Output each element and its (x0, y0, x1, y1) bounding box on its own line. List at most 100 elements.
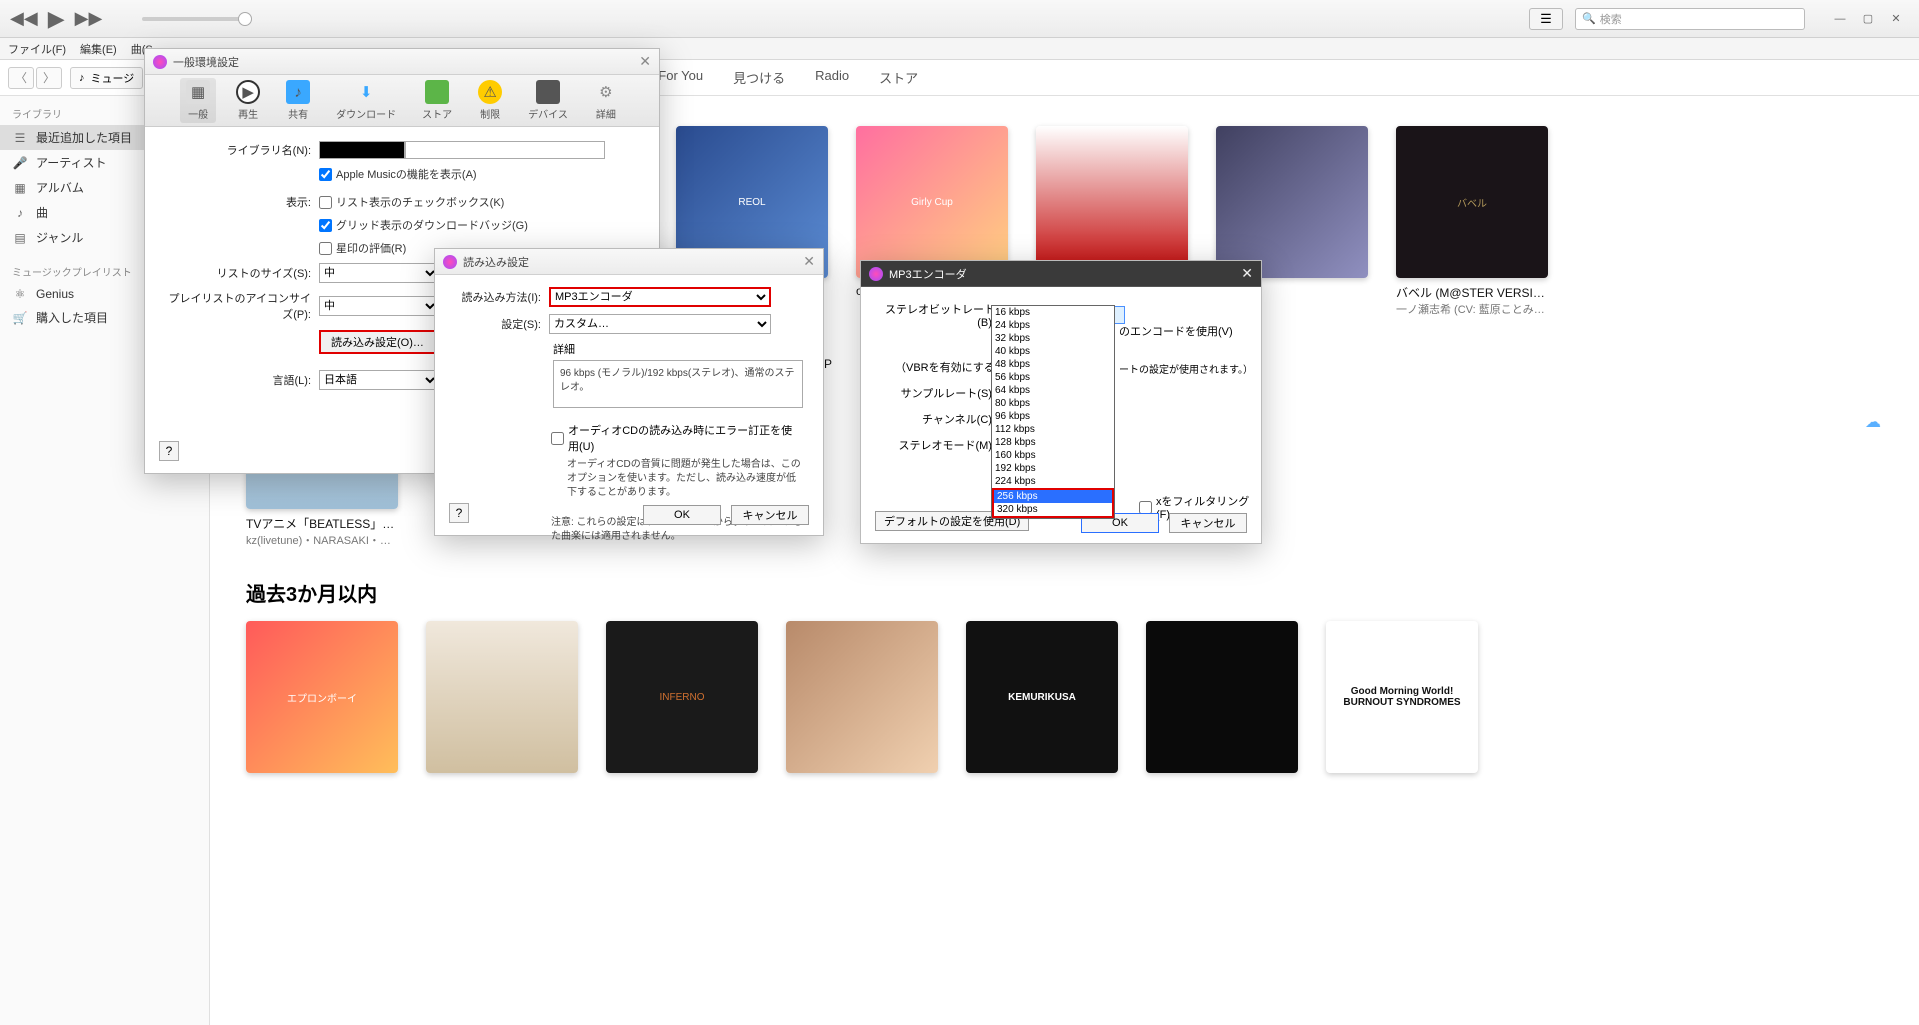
bitrate-option[interactable]: 80 kbps (992, 397, 1114, 410)
bitrate-option[interactable]: 128 kbps (992, 436, 1114, 449)
dialog-title: MP3エンコーダ (889, 266, 967, 282)
apple-music-checkbox[interactable]: Apple Musicの機能を表示(A) (319, 166, 477, 182)
itunes-icon (443, 255, 457, 269)
bitrate-option[interactable]: 40 kbps (992, 345, 1114, 358)
checkbox-label: グリッド表示のダウンロードバッジ(G) (336, 217, 528, 233)
mp3-encoder-dialog: MP3エンコーダ ✕ ステレオビットレート(B): 160 kbps 16 kb… (860, 260, 1262, 544)
prefs-tab-sharing[interactable]: ♪共有 (280, 78, 316, 123)
bitrate-option[interactable]: 56 kbps (992, 371, 1114, 384)
album-art (786, 621, 938, 773)
search-icon: 🔍 (1582, 12, 1596, 25)
album-row: エプロンボーイ INFERNO KEMURIKUSA Good Morning … (246, 621, 1883, 779)
tab-for-you[interactable]: For You (658, 68, 703, 87)
ok-button[interactable]: OK (643, 505, 721, 525)
nav-back-button[interactable]: 〈 (8, 67, 34, 89)
star-rating-checkbox[interactable]: 星印の評価(R) (319, 240, 406, 256)
bitrate-option[interactable]: 96 kbps (992, 410, 1114, 423)
close-icon[interactable]: ✕ (639, 53, 651, 70)
prefs-tab-label: 一般 (188, 106, 208, 121)
library-name-input-hidden[interactable] (319, 141, 405, 159)
help-button[interactable]: ? (449, 503, 469, 523)
import-setting-select[interactable]: カスタム… (549, 314, 771, 334)
sidebar-item-label: 曲 (36, 204, 48, 221)
media-type-dropdown[interactable]: ♪ ミュージ (70, 67, 143, 89)
close-icon[interactable]: ✕ (803, 253, 815, 270)
playlist-icon-select[interactable]: 中 (319, 296, 439, 316)
album-card[interactable] (786, 621, 938, 779)
list-checkbox[interactable]: リスト表示のチェックボックス(K) (319, 194, 504, 210)
bitrate-option[interactable]: 24 kbps (992, 319, 1114, 332)
itunes-icon (153, 55, 167, 69)
view-label: 表示: (167, 194, 319, 210)
album-card[interactable]: KEMURIKUSA (966, 621, 1118, 779)
window-maximize-button[interactable]: ▢ (1855, 9, 1881, 29)
checkbox-label: オーディオCDの読み込み時にエラー訂正を使用(U) (568, 422, 803, 454)
sidebar-item-label: 購入した項目 (36, 309, 108, 326)
list-size-label: リストのサイズ(S): (167, 265, 319, 281)
import-method-select[interactable]: MP3エンコーダ (549, 287, 771, 307)
grid-badge-checkbox[interactable]: グリッド表示のダウンロードバッジ(G) (319, 217, 528, 233)
play-button[interactable]: ▶ (48, 6, 65, 32)
language-select[interactable]: 日本語 (319, 370, 439, 390)
library-name-input[interactable] (405, 141, 605, 159)
window-minimize-button[interactable]: — (1827, 9, 1853, 29)
bitrate-option[interactable]: 64 kbps (992, 384, 1114, 397)
prefs-tab-restrictions[interactable]: ⚠制限 (472, 78, 508, 123)
prev-track-button[interactable]: ◀◀ (10, 8, 38, 29)
prefs-tab-store[interactable]: ストア (416, 78, 458, 123)
stereomode-label: ステレオモード(M): (881, 437, 1001, 453)
nav-forward-button[interactable]: 〉 (36, 67, 62, 89)
tab-browse[interactable]: 見つける (733, 68, 785, 87)
album-card[interactable]: Good Morning World! BURNOUT SYNDROMES (1326, 621, 1478, 779)
sidebar-item-label: アルバム (36, 179, 84, 196)
tab-store[interactable]: ストア (879, 68, 918, 87)
close-icon[interactable]: ✕ (1241, 265, 1253, 282)
album-art (426, 621, 578, 773)
cancel-button[interactable]: キャンセル (1169, 513, 1247, 533)
import-settings-button[interactable]: 読み込み設定(O)… (319, 330, 436, 354)
bitrate-option[interactable]: 16 kbps (992, 306, 1114, 319)
next-track-button[interactable]: ▶▶ (75, 8, 103, 29)
error-correction-checkbox[interactable]: オーディオCDの読み込み時にエラー訂正を使用(U) (551, 422, 803, 454)
bitrate-option[interactable]: 112 kbps (992, 423, 1114, 436)
list-size-select[interactable]: 中 (319, 263, 439, 283)
bitrate-option[interactable]: 32 kbps (992, 332, 1114, 345)
prefs-tab-general[interactable]: ▦一般 (180, 78, 216, 123)
prefs-tab-advanced[interactable]: ⚙詳細 (588, 78, 624, 123)
search-placeholder: 検索 (1600, 11, 1622, 27)
menu-file[interactable]: ファイル(F) (8, 41, 66, 57)
prefs-tab-downloads[interactable]: ⬇ダウンロード (330, 78, 402, 123)
prefs-tab-devices[interactable]: デバイス (522, 78, 574, 123)
tab-radio[interactable]: Radio (815, 68, 849, 87)
cloud-download-icon[interactable]: ☁ (1865, 412, 1881, 432)
encode-suffix-text: のエンコードを使用(V) (1119, 323, 1233, 339)
album-art: Good Morning World! BURNOUT SYNDROMES (1326, 621, 1478, 773)
music-note-icon: ♪ (79, 72, 85, 84)
album-card[interactable]: バベルバベル (M@STER VERSIO…一ノ瀬志希 (CV: 藍原ことみ) … (1396, 126, 1548, 317)
album-card[interactable] (1146, 621, 1298, 779)
album-art (1216, 126, 1368, 278)
help-button[interactable]: ? (159, 441, 179, 461)
bitrate-option[interactable]: 224 kbps (992, 475, 1114, 488)
bitrate-option[interactable]: 320 kbps (994, 503, 1112, 516)
search-input[interactable]: 🔍 検索 (1575, 8, 1805, 30)
album-art: KEMURIKUSA (966, 621, 1118, 773)
prefs-tab-playback[interactable]: ▶再生 (230, 78, 266, 123)
album-card[interactable]: INFERNO (606, 621, 758, 779)
grid-icon: ▦ (12, 181, 28, 195)
bitrate-option[interactable]: 160 kbps (992, 449, 1114, 462)
bitrate-option[interactable]: 256 kbps (994, 490, 1112, 503)
prefs-tab-label: 制限 (480, 106, 500, 121)
bitrate-option[interactable]: 192 kbps (992, 462, 1114, 475)
media-type-label: ミュージ (91, 70, 135, 86)
album-card[interactable]: エプロンボーイ (246, 621, 398, 779)
list-view-button[interactable]: ☰ (1529, 8, 1563, 30)
prefs-tab-label: デバイス (528, 106, 568, 121)
bitrate-option[interactable]: 48 kbps (992, 358, 1114, 371)
cancel-button[interactable]: キャンセル (731, 505, 809, 525)
window-close-button[interactable]: ✕ (1883, 9, 1909, 29)
album-card[interactable] (426, 621, 578, 779)
menu-edit[interactable]: 編集(E) (80, 41, 117, 57)
volume-slider[interactable] (142, 17, 252, 21)
dialog-title: 読み込み設定 (463, 254, 529, 270)
